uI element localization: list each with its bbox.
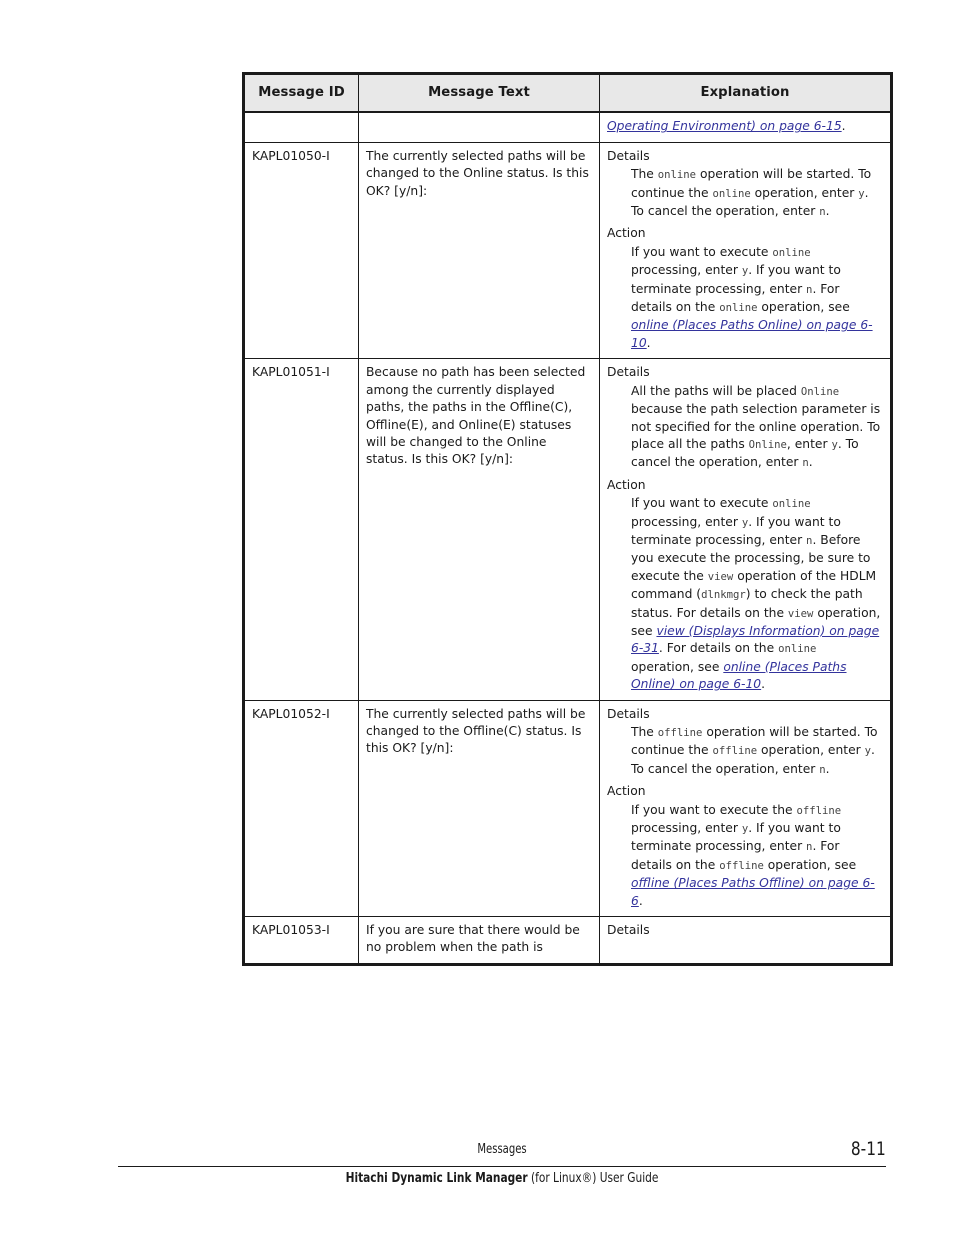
page-number: 8-11 — [851, 1138, 886, 1160]
cell-explanation: Details The offline operation will be sta… — [599, 699, 892, 918]
message-reference-table: Message ID Message Text Explanation Oper… — [242, 72, 893, 966]
inline-code: online — [778, 643, 817, 656]
footer-title-suffix: (for Linux®) User Guide — [527, 1171, 659, 1186]
footer-top-line: Messages 8-11 — [118, 1138, 886, 1164]
body-text: If you want to execute — [631, 496, 773, 511]
body-text: processing, enter — [631, 821, 742, 836]
inline-code: online — [719, 302, 758, 315]
body-text: , enter — [786, 436, 832, 451]
cell-message-id: KAPL01051-I — [243, 358, 359, 701]
cell-explanation: Details The online operation will be star… — [599, 141, 892, 360]
body-text: processing, enter — [631, 263, 742, 278]
action-label: Action — [607, 784, 646, 799]
inline-code: online — [657, 169, 697, 182]
body-text: . — [638, 893, 643, 908]
body-text: . — [825, 204, 830, 219]
cell-explanation: Operating Environment) on page 6-15. — [599, 112, 892, 143]
body-text: If you want to execute the — [631, 802, 797, 817]
details-body: All the paths will be placed Online beca… — [631, 383, 883, 473]
cross-reference-link[interactable]: Operating Environment) on page 6-15 — [607, 119, 842, 133]
inline-code: offline — [657, 727, 703, 739]
document-page: Message ID Message Text Explanation Oper… — [0, 0, 954, 1235]
column-header-message-id: Message ID — [243, 73, 359, 113]
cell-explanation: Details All the paths will be placed Onli… — [599, 358, 892, 701]
cell-explanation: Details — [599, 916, 892, 965]
page-footer: Messages 8-11 Hitachi Dynamic Link Manag… — [118, 1138, 886, 1186]
body-text: The — [631, 167, 658, 182]
body-text: . — [825, 761, 830, 776]
cell-message-text: The currently selected paths will be cha… — [358, 699, 600, 918]
table-header: Message ID Message Text Explanation — [243, 73, 892, 113]
table-row: KAPL01052-I The currently selected paths … — [243, 699, 892, 918]
details-label: Details — [607, 706, 650, 721]
table-row: Operating Environment) on page 6-15. — [243, 112, 892, 143]
body-text: . — [808, 455, 813, 470]
table-header-row: Message ID Message Text Explanation — [243, 73, 892, 113]
footer-title-product: Hitachi Dynamic Link Manager — [345, 1171, 528, 1186]
footer-chapter-name: Messages — [477, 1142, 527, 1157]
body-text: operation, see — [757, 300, 850, 315]
body-text: . — [646, 335, 651, 350]
body-text: . — [761, 677, 766, 692]
inline-code: online — [772, 246, 811, 259]
details-label: Details — [607, 148, 650, 163]
body-text: . For details on the — [658, 641, 779, 656]
inline-code: view — [787, 607, 814, 620]
cell-message-id: KAPL01050-I — [243, 141, 359, 360]
column-header-message-text: Message Text — [358, 73, 600, 113]
inline-code: dlnkmgr — [701, 589, 746, 602]
inline-code: offline — [712, 745, 758, 758]
inline-code: online — [712, 187, 751, 200]
cross-reference-link[interactable]: offline (Places Paths Offline) on page 6… — [631, 876, 875, 907]
table-row: KAPL01051-I Because no path has been sele… — [243, 358, 892, 701]
cell-message-text: If you are sure that there would be no p… — [358, 916, 600, 965]
action-body: If you want to execute online processing… — [631, 244, 883, 352]
details-label: Details — [607, 365, 650, 380]
cell-message-id: KAPL01053-I — [243, 916, 359, 965]
cell-message-text: The currently selected paths will be cha… — [358, 141, 600, 360]
details-label: Details — [607, 923, 650, 938]
details-body: The online operation will be started. To… — [631, 166, 883, 221]
details-body: The offline operation will be started. T… — [631, 724, 883, 779]
body-text: All the paths will be placed — [631, 383, 801, 398]
cell-message-id — [243, 112, 359, 143]
action-body: If you want to execute online processing… — [631, 495, 883, 693]
explanation-continuation: Operating Environment) on page 6-15. — [607, 118, 883, 135]
action-label: Action — [607, 226, 646, 241]
column-header-explanation: Explanation — [599, 73, 892, 113]
action-label: Action — [607, 477, 646, 492]
body-text: operation, see — [763, 857, 857, 872]
inline-code: online — [772, 498, 811, 511]
footer-document-title: Hitachi Dynamic Link Manager (for Linux®… — [164, 1171, 840, 1186]
inline-code: Online — [748, 438, 787, 451]
action-body: If you want to execute the offline proce… — [631, 802, 883, 910]
inline-code: offline — [796, 804, 842, 817]
inline-code: Online — [800, 385, 840, 398]
cell-message-id: KAPL01052-I — [243, 699, 359, 918]
body-text: . — [841, 119, 846, 134]
table-row: KAPL01050-I The currently selected paths … — [243, 141, 892, 360]
body-text: The — [631, 725, 658, 739]
cross-reference-link[interactable]: online (Places Paths Online) on page 6-1… — [631, 318, 873, 349]
cell-message-text — [358, 112, 600, 143]
body-text: operation, enter — [750, 185, 859, 200]
body-text: If you want to execute — [631, 244, 773, 259]
cell-message-text: Because no path has been selected among … — [358, 358, 600, 701]
body-text: operation, enter — [757, 743, 865, 758]
inline-code: offline — [719, 859, 764, 872]
table-body: Operating Environment) on page 6-15. KAPL… — [243, 112, 892, 965]
footer-divider — [118, 1166, 886, 1167]
body-text: processing, enter — [631, 514, 742, 529]
table-row: KAPL01053-I If you are sure that there wo… — [243, 916, 892, 965]
inline-code: view — [707, 570, 734, 583]
body-text: operation, see — [631, 659, 724, 674]
